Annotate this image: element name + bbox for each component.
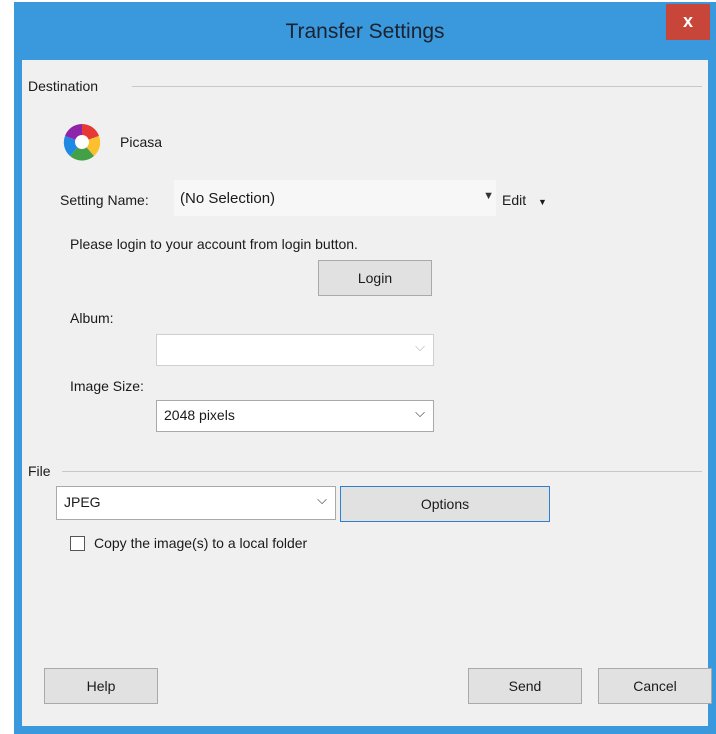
login-message: Please login to your account from login … [70, 236, 358, 252]
setting-name-dropdown[interactable]: (No Selection) ▼ [174, 180, 496, 216]
edit-label: Edit [502, 192, 527, 208]
chevron-down-icon: ⌵ [317, 492, 327, 507]
chevron-down-icon: ⌵ [415, 405, 425, 420]
copy-to-local-label[interactable]: Copy the image(s) to a local folder [94, 535, 307, 551]
chevron-down-icon: ⌵ [415, 339, 425, 354]
picasa-icon [62, 122, 102, 162]
album-dropdown[interactable]: ⌵ [156, 334, 434, 366]
file-group-label: File [28, 463, 57, 479]
image-size-value: 2048 pixels [164, 407, 235, 423]
setting-name-value: (No Selection) [180, 190, 276, 207]
options-button[interactable]: Options [340, 486, 550, 522]
destination-group-label: Destination [28, 78, 105, 94]
edit-menu-button[interactable]: Edit ▼ [502, 192, 547, 208]
help-button[interactable]: Help [44, 668, 158, 704]
copy-to-local-checkbox[interactable] [70, 536, 85, 551]
chevron-down-icon: ▼ [538, 197, 547, 207]
transfer-settings-dialog: Transfer Settings x Destination Picasa S… [14, 2, 716, 734]
setting-name-label: Setting Name: [60, 192, 149, 208]
image-size-dropdown[interactable]: 2048 pixels ⌵ [156, 400, 434, 432]
cancel-button[interactable]: Cancel [598, 668, 712, 704]
login-button[interactable]: Login [318, 260, 432, 296]
chevron-down-icon: ▼ [483, 190, 494, 202]
album-label: Album: [70, 310, 114, 326]
close-button[interactable]: x [666, 4, 710, 40]
send-button[interactable]: Send [468, 668, 582, 704]
service-name: Picasa [120, 134, 163, 150]
window-title: Transfer Settings [285, 20, 445, 43]
file-divider [62, 471, 702, 472]
file-format-dropdown[interactable]: JPEG ⌵ [56, 486, 336, 520]
destination-divider [132, 86, 702, 87]
dialog-body: Destination Picasa Setting Name: (No Sel… [22, 60, 712, 726]
file-format-value: JPEG [64, 494, 101, 510]
image-size-label: Image Size: [70, 378, 144, 394]
title-bar[interactable]: Transfer Settings x [14, 2, 716, 60]
